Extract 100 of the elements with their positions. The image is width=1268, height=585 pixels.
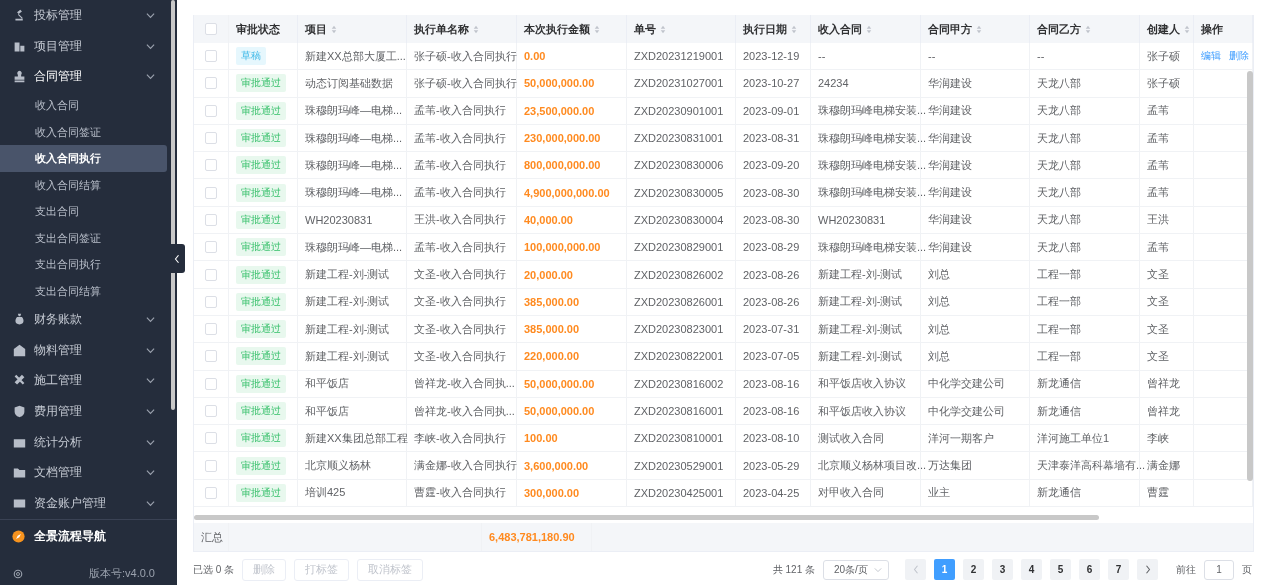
folder-icon xyxy=(13,466,26,480)
menu-item[interactable]: 施工管理 xyxy=(0,365,177,397)
sort-icon[interactable] xyxy=(1085,24,1091,34)
table-cell: ZXD20230822001 xyxy=(634,350,724,363)
nav-link[interactable]: 全景流程导航 xyxy=(0,519,177,554)
table-cell: 珠穆朗玛峰—电梯... xyxy=(305,130,403,146)
table-cell: 天津泰洋高科幕墙有... xyxy=(1037,458,1146,474)
checkbox[interactable] xyxy=(205,104,217,117)
money-bag-icon xyxy=(13,312,26,326)
menu-item[interactable]: 文档管理 xyxy=(0,457,177,489)
scrollbar[interactable] xyxy=(194,515,1099,520)
status-tag: 审批通过 xyxy=(236,156,286,175)
collapse-button[interactable] xyxy=(169,244,185,273)
sort-icon[interactable] xyxy=(791,24,797,34)
table-cell: 220,000.00 xyxy=(524,350,580,363)
sort-icon[interactable] xyxy=(594,24,600,34)
column-header[interactable]: 合同甲方 xyxy=(928,21,982,37)
checkbox[interactable] xyxy=(205,132,217,145)
checkbox[interactable] xyxy=(205,268,217,281)
checkbox[interactable] xyxy=(205,213,217,226)
checkbox[interactable] xyxy=(205,405,217,417)
table-cell: 曹霆 xyxy=(1147,485,1169,501)
checkbox[interactable] xyxy=(205,159,217,172)
sort-icon[interactable] xyxy=(976,24,982,34)
submenu-item[interactable]: 收入合同执行 xyxy=(0,145,167,172)
table-cell: -- xyxy=(1037,50,1045,63)
table-cell: 天龙八部 xyxy=(1037,75,1081,91)
checkbox[interactable] xyxy=(205,323,217,336)
menu-item[interactable]: 投标管理 xyxy=(0,0,177,31)
submenu-item[interactable]: 收入合同 xyxy=(0,92,167,119)
column-header[interactable]: 执行单名称 xyxy=(414,21,479,37)
page-button[interactable]: 2 xyxy=(963,559,984,580)
menu-item[interactable]: 合同管理 xyxy=(0,61,177,93)
checkbox[interactable] xyxy=(205,377,217,390)
menu-item[interactable]: 统计分析 xyxy=(0,426,177,458)
table-cell: 2023-05-29 xyxy=(743,459,800,472)
page-button[interactable]: 5 xyxy=(1050,559,1071,580)
table-cell: 文圣-收入合同执行 xyxy=(414,294,506,310)
column-header[interactable]: 单号 xyxy=(634,21,666,37)
next-page-button[interactable] xyxy=(1137,559,1158,580)
status-tag: 审批通过 xyxy=(236,74,286,93)
checkbox[interactable] xyxy=(205,50,217,63)
sort-icon[interactable] xyxy=(473,24,479,34)
checkbox[interactable] xyxy=(205,486,217,499)
scrollbar[interactable] xyxy=(1247,71,1253,481)
checkbox[interactable] xyxy=(205,23,217,35)
table-cell: ZXD20230826001 xyxy=(634,295,724,308)
submenu-item[interactable]: 收入合同结算 xyxy=(0,171,167,199)
column-header[interactable]: 本次执行金额 xyxy=(524,21,600,37)
sort-icon[interactable] xyxy=(660,24,666,34)
chevron-icon xyxy=(146,406,155,416)
table-cell: 曾祥龙 xyxy=(1147,403,1180,419)
column-header[interactable]: 收入合同 xyxy=(818,21,872,37)
table-cell: 工程一部 xyxy=(1037,348,1081,364)
menu-item[interactable]: 物料管理 xyxy=(0,334,177,366)
status-tag: 审批通过 xyxy=(236,320,286,339)
page-button[interactable]: 7 xyxy=(1108,559,1129,580)
table-cell: 300,000.00 xyxy=(524,486,580,499)
page-input[interactable]: 1 xyxy=(1204,559,1234,580)
page-button[interactable]: 4 xyxy=(1021,559,1042,580)
table-cell: 工程一部 xyxy=(1037,267,1081,282)
status-tag: 审批通过 xyxy=(236,292,286,311)
column-header[interactable]: 执行日期 xyxy=(743,21,797,37)
column-header[interactable]: 项目 xyxy=(305,21,337,37)
table-cell: WH20230831 xyxy=(305,213,373,226)
submenu-item[interactable]: 支出合同 xyxy=(0,198,167,225)
submenu-item[interactable]: 支出合同结算 xyxy=(0,277,167,305)
scrollbar[interactable] xyxy=(171,0,175,410)
sort-icon[interactable] xyxy=(1184,24,1190,34)
checkbox[interactable] xyxy=(205,186,217,199)
table-cell: 天龙八部 xyxy=(1037,157,1081,173)
table-cell: 天龙八部 xyxy=(1037,212,1081,228)
submenu-item[interactable]: 支出合同执行 xyxy=(0,251,167,278)
checkbox[interactable] xyxy=(205,432,217,445)
submenu-item[interactable]: 支出合同签证 xyxy=(0,224,167,252)
checkbox[interactable] xyxy=(205,350,217,363)
menu-item[interactable]: 财务账款 xyxy=(0,304,177,335)
checkbox[interactable] xyxy=(205,241,217,254)
column-header[interactable]: 创建人 xyxy=(1147,21,1190,37)
menu-item[interactable]: 资金账户管理 xyxy=(0,488,177,519)
table-cell: 华润建设 xyxy=(928,75,972,91)
table-cell: 20,000.00 xyxy=(524,268,573,281)
checkbox[interactable] xyxy=(205,77,217,90)
table-cell: 动态订阅基础数据 xyxy=(305,75,393,91)
menu-item[interactable]: 项目管理 xyxy=(0,30,177,62)
page-size-select[interactable]: 20条/页 xyxy=(823,559,889,580)
column-header[interactable]: 合同乙方 xyxy=(1037,21,1091,37)
checkbox[interactable] xyxy=(205,459,217,472)
page-button[interactable]: 6 xyxy=(1079,559,1100,580)
settings-icon[interactable] xyxy=(12,567,24,580)
table-cell: 业主 xyxy=(928,485,950,501)
submenu-item[interactable]: 收入合同签证 xyxy=(0,118,167,146)
menu-item[interactable]: 费用管理 xyxy=(0,396,177,427)
table-cell: 天龙八部 xyxy=(1037,103,1081,119)
prev-page-button[interactable] xyxy=(905,559,926,580)
sort-icon[interactable] xyxy=(866,24,872,34)
page-button[interactable]: 3 xyxy=(992,559,1013,580)
table-cell: 万达集团 xyxy=(928,458,972,474)
sort-icon[interactable] xyxy=(331,24,337,34)
checkbox[interactable] xyxy=(205,295,217,308)
